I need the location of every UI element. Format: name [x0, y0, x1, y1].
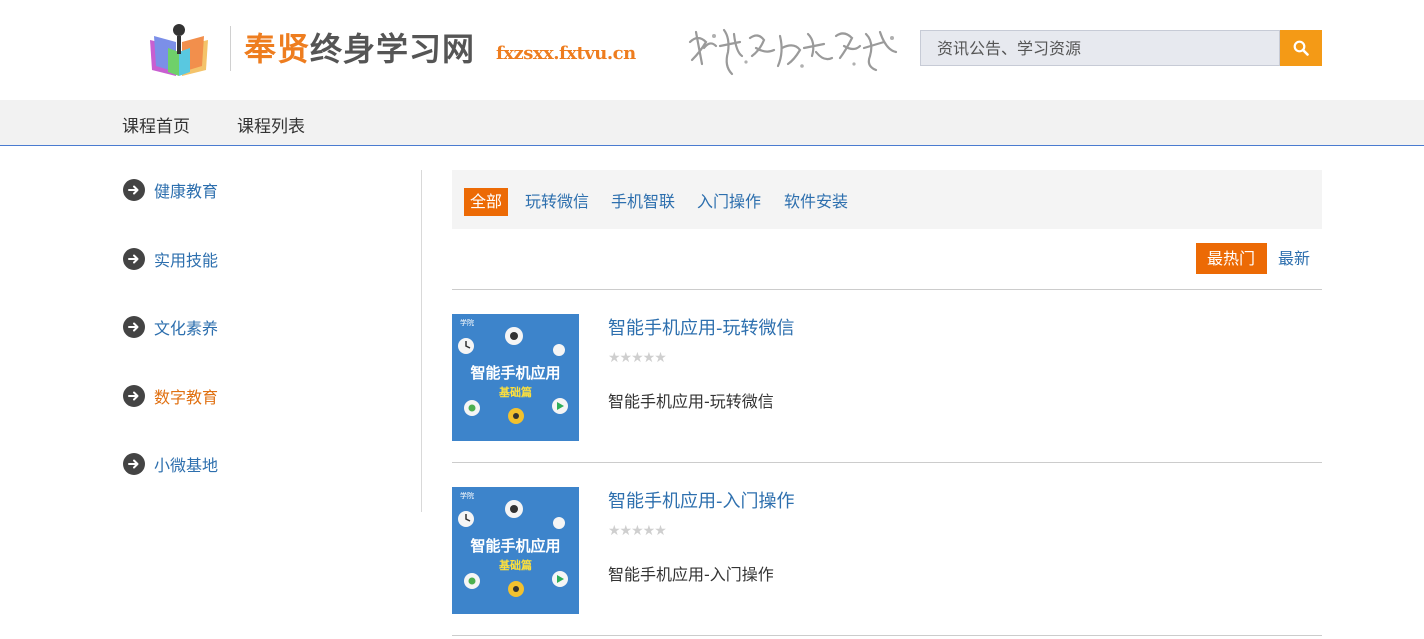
- sidebar-item-culture[interactable]: 文化素养: [122, 315, 218, 339]
- subcategory-filter-bar: 全部 玩转微信 手机智联 入门操作 软件安装: [452, 170, 1322, 229]
- site-name: 奉贤终身学习网: [244, 24, 475, 70]
- rating-stars: ★★★★★: [608, 350, 667, 366]
- filter-phone-connect[interactable]: 手机智联: [609, 188, 677, 216]
- site-name-part2: 终身学习网: [310, 30, 476, 68]
- sidebar-item-label: 实用技能: [154, 251, 219, 270]
- site-header: 奉贤终身学习网 fxzsxx.fxtvu.cn: [0, 0, 1424, 100]
- filter-software-install[interactable]: 软件安装: [782, 188, 850, 216]
- thumbnail-corner-text: 学院: [460, 318, 474, 327]
- site-url: fxzsxx.fxtvu.cn: [496, 43, 636, 64]
- course-thumbnail[interactable]: 学院 智能手机应用 基础篇: [452, 314, 579, 441]
- sidebar-item-label: 健康教育: [154, 182, 219, 201]
- course-description: 智能手机应用-入门操作: [608, 565, 774, 584]
- rating-stars: ★★★★★: [608, 523, 667, 539]
- search-button[interactable]: [1280, 30, 1322, 66]
- sidebar-item-label: 小微基地: [154, 456, 219, 475]
- course-title-link[interactable]: 智能手机应用-入门操作: [608, 487, 795, 513]
- sidebar-item-label: 数字教育: [154, 388, 219, 407]
- filter-beginner[interactable]: 入门操作: [695, 188, 763, 216]
- sidebar-item-micro-base[interactable]: 小微基地: [122, 452, 218, 476]
- nav-item-course-list[interactable]: 课程列表: [237, 112, 305, 137]
- filter-all[interactable]: 全部: [464, 188, 509, 216]
- search-input[interactable]: [920, 30, 1280, 66]
- calligraphy-slogan-image: [688, 28, 898, 76]
- search-icon: [1293, 40, 1309, 56]
- site-name-part1: 奉贤: [244, 30, 311, 68]
- arrow-right-circle-icon: [123, 453, 145, 475]
- course-thumbnail-art: 学院 智能手机应用 基础篇: [452, 314, 579, 441]
- arrow-right-circle-icon: [123, 248, 145, 270]
- arrow-right-circle-icon: [123, 179, 145, 201]
- sidebar-item-digital[interactable]: 数字教育: [122, 384, 218, 408]
- thumbnail-subtitle-text: 基础篇: [498, 558, 532, 572]
- arrow-right-circle-icon: [123, 316, 145, 338]
- course-list-item: 学院 智能手机应用 基础篇 智能手机应用-入门操作 ★★★★★ 智能手机应用-入…: [452, 463, 1322, 636]
- open-book-logo-icon: [150, 24, 208, 76]
- sidebar-item-skills[interactable]: 实用技能: [122, 247, 218, 271]
- sort-hottest-button[interactable]: 最热门: [1196, 243, 1267, 274]
- nav-item-course-home[interactable]: 课程首页: [122, 112, 190, 137]
- course-description: 智能手机应用-玩转微信: [608, 392, 774, 411]
- filter-wechat[interactable]: 玩转微信: [523, 188, 591, 216]
- search-bar: [920, 30, 1322, 66]
- thumbnail-title-text: 智能手机应用: [470, 364, 560, 382]
- course-title-link[interactable]: 智能手机应用-玩转微信: [608, 314, 795, 340]
- sort-bar: 最热门 最新: [452, 243, 1322, 290]
- thumbnail-subtitle-text: 基础篇: [498, 385, 532, 399]
- sidebar-item-health[interactable]: 健康教育: [122, 178, 218, 202]
- logo-divider: [230, 26, 231, 71]
- course-thumbnail[interactable]: 学院 智能手机应用 基础篇: [452, 487, 579, 614]
- thumbnail-corner-text: 学院: [460, 491, 474, 500]
- course-list-item: 学院 智能手机应用 基础篇 智能手机应用-玩转微信 ★★★★★ 智能手机应用-玩…: [452, 290, 1322, 463]
- thumbnail-title-text: 智能手机应用: [470, 537, 560, 555]
- sort-newest-button[interactable]: 最新: [1278, 243, 1310, 274]
- course-thumbnail-art: 学院 智能手机应用 基础篇: [452, 487, 579, 614]
- sidebar-item-label: 文化素养: [154, 319, 219, 338]
- arrow-right-circle-icon: [123, 385, 145, 407]
- main-nav: 课程首页 课程列表: [0, 100, 1424, 146]
- category-sidebar: 健康教育 实用技能 文化素养 数字教育 小微基地: [122, 170, 422, 512]
